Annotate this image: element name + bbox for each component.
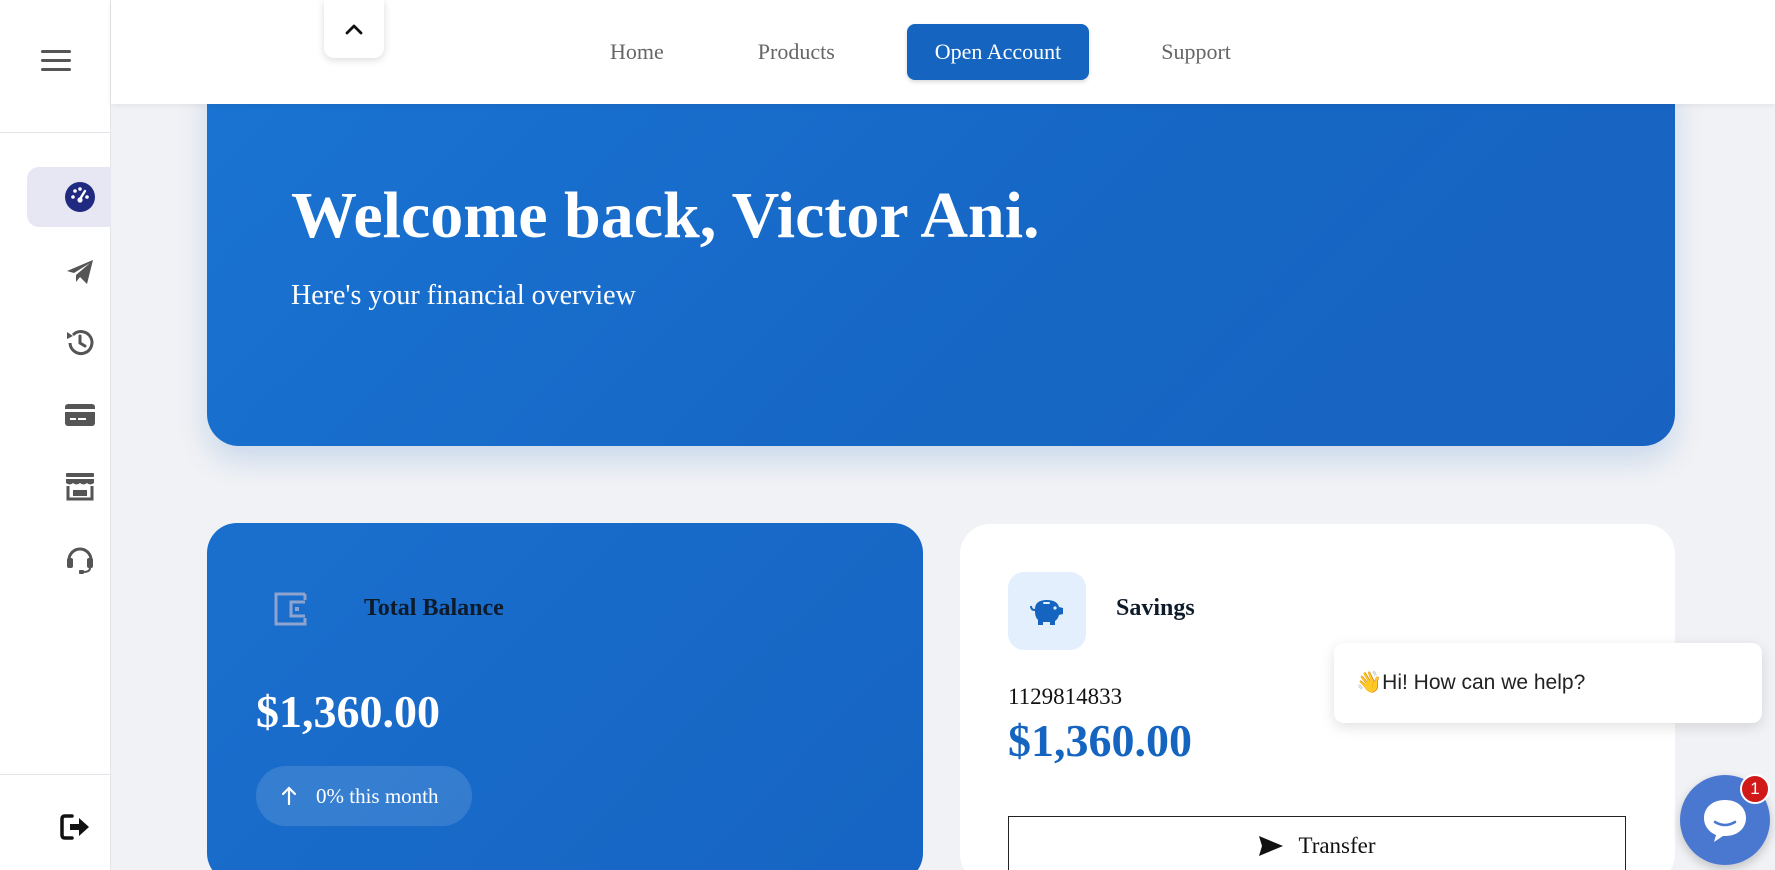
chat-greeting-text: Hi! How can we help? xyxy=(1382,671,1586,694)
transfer-button[interactable]: Transfer xyxy=(1008,816,1626,870)
send-icon xyxy=(1259,836,1284,856)
chat-greeting-bubble[interactable]: 👋 Hi! How can we help? xyxy=(1334,643,1762,723)
piggy-bank-icon xyxy=(1030,600,1063,625)
card-icon xyxy=(65,404,95,426)
top-navbar: Home Products Open Account Support xyxy=(111,0,1775,104)
total-balance-card: Total Balance $1,360.00 0% this month xyxy=(207,523,923,870)
sidebar-divider xyxy=(0,774,111,775)
welcome-banner: Welcome back, Victor Ani. Here's your fi… xyxy=(207,80,1675,446)
monthly-change-badge: 0% this month xyxy=(256,766,472,826)
transfer-label: Transfer xyxy=(1298,833,1376,858)
sidebar-item-history[interactable] xyxy=(27,313,111,373)
sidebar xyxy=(0,0,111,870)
wave-emoji-icon: 👋 xyxy=(1356,671,1383,694)
nav-products[interactable]: Products xyxy=(711,24,882,80)
arrow-up-icon xyxy=(281,786,297,806)
support-headset-icon xyxy=(67,547,93,574)
chevron-up-icon xyxy=(345,24,363,35)
sidebar-item-dashboard[interactable] xyxy=(27,167,111,227)
history-icon xyxy=(67,330,94,356)
sidebar-item-support[interactable] xyxy=(27,528,111,588)
sidebar-item-cards[interactable] xyxy=(27,385,111,445)
send-icon xyxy=(67,260,93,284)
piggy-bank-badge xyxy=(1008,572,1086,650)
welcome-subheading: Here's your financial overview xyxy=(291,280,636,311)
dashboard-icon xyxy=(65,182,95,212)
savings-title: Savings xyxy=(1116,595,1195,621)
welcome-heading: Welcome back, Victor Ani. xyxy=(291,179,1040,252)
savings-amount: $1,360.00 xyxy=(1008,715,1192,766)
nav-support[interactable]: Support xyxy=(1114,24,1278,80)
hamburger-menu-icon[interactable] xyxy=(36,44,76,76)
sidebar-item-send[interactable] xyxy=(27,242,111,302)
open-account-button[interactable]: Open Account xyxy=(906,24,1090,80)
collapse-button[interactable] xyxy=(324,0,384,58)
logout-icon xyxy=(60,814,89,840)
sidebar-item-store[interactable] xyxy=(27,456,111,516)
chat-notification-badge: 1 xyxy=(1740,774,1770,804)
chat-icon xyxy=(1704,800,1746,842)
logout-button[interactable] xyxy=(40,805,110,849)
main-nav: Home Products Open Account Support xyxy=(563,24,1278,80)
sidebar-divider xyxy=(0,132,111,133)
monthly-change-text: 0% this month xyxy=(316,783,439,808)
total-balance-title: Total Balance xyxy=(364,595,504,621)
account-number: 1129814833 xyxy=(1008,684,1123,709)
nav-home[interactable]: Home xyxy=(563,24,711,80)
store-icon xyxy=(66,473,94,501)
total-balance-amount: $1,360.00 xyxy=(256,686,440,737)
wallet-icon xyxy=(274,592,307,626)
